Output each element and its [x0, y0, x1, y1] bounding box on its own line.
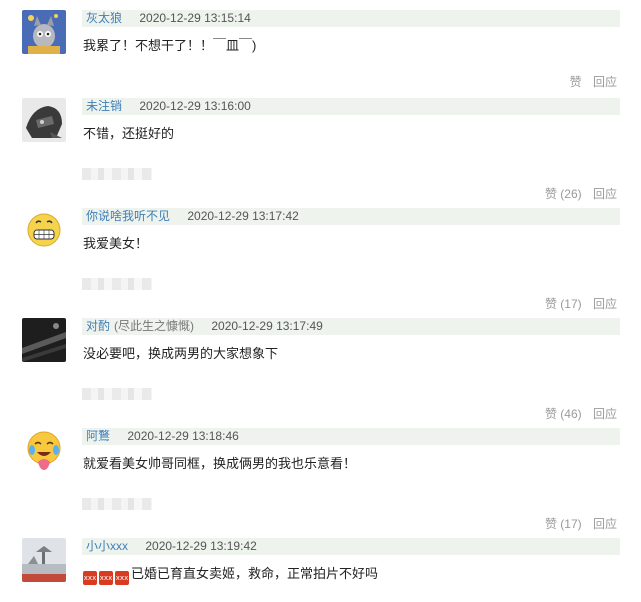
username-link[interactable]: 小小xxx	[82, 539, 128, 553]
comment-header: 未注销 2020-12-29 13:16:00	[82, 98, 620, 115]
comment-text: 已婚已育直女卖姬，救命，正常拍片不好吗	[131, 566, 379, 581]
blurred-reply-preview	[82, 498, 152, 510]
comment-item: 小小xxx 2020-12-29 13:19:42 xxx xxx xxx 已婚已育直…	[0, 528, 641, 602]
wolf-cartoon-avatar[interactable]	[22, 10, 66, 54]
username-link[interactable]: 对酌	[82, 319, 110, 333]
reply-button[interactable]: 回应	[593, 75, 617, 89]
emoji-sticker-icon: xxx	[115, 571, 129, 585]
comment-text: 不错，还挺好的	[83, 126, 175, 141]
dark-photo-avatar[interactable]	[22, 318, 66, 362]
comment-text-row: xxx xxx xxx 已婚已育直女卖姬，救命，正常拍片不好吗	[83, 565, 378, 585]
timestamp: 2020-12-29 13:17:42	[187, 209, 299, 223]
emoji-sticker-icon: xxx	[83, 571, 97, 585]
timestamp: 2020-12-29 13:19:42	[145, 539, 257, 553]
landscape-photo-avatar[interactable]	[22, 538, 66, 582]
comment-item: 阿鶩 2020-12-29 13:18:46 就爱看美女帅哥同框，换成俩男的我也…	[0, 418, 641, 531]
comment-header: 你说啥我听不见 2020-12-29 13:17:42	[82, 208, 620, 225]
username-link[interactable]: 未注销	[82, 99, 122, 113]
timestamp: 2020-12-29 13:17:49	[211, 319, 323, 333]
timestamp: 2020-12-29 13:16:00	[139, 99, 251, 113]
timestamp: 2020-12-29 13:18:46	[127, 429, 239, 443]
blurred-reply-preview	[82, 278, 152, 290]
comment-item: 对酌 (尽此生之慷慨) 2020-12-29 13:17:49 没必要吧，换成两男…	[0, 308, 641, 421]
comment-text: 我爱美女！	[83, 236, 149, 251]
comment-list: 灰太狼 2020-12-29 13:15:14 我累了！不想干了！！￣皿￣) 赞…	[0, 0, 641, 602]
comment-header: 阿鶩 2020-12-29 13:18:46	[82, 428, 620, 445]
mech-suit-avatar[interactable]	[22, 98, 66, 142]
blurred-reply-preview	[82, 168, 152, 180]
username-link[interactable]: 你说啥我听不见	[82, 209, 170, 223]
grinning-emoji-avatar[interactable]	[22, 208, 66, 252]
comment-text: 我累了！不想干了！！￣皿￣)	[83, 38, 257, 53]
username-link[interactable]: 阿鶩	[82, 429, 110, 443]
comment-text: 没必要吧，换成两男的大家想象下	[83, 346, 279, 361]
comment-header: 灰太狼 2020-12-29 13:15:14	[82, 10, 620, 27]
comment-header: 对酌 (尽此生之慷慨) 2020-12-29 13:17:49	[82, 318, 620, 335]
emoji-sticker-icon: xxx	[99, 571, 113, 585]
user-signature: (尽此生之慷慨)	[114, 319, 195, 333]
like-label: 赞	[569, 75, 582, 89]
comment-header: 小小xxx 2020-12-29 13:19:42	[82, 538, 620, 555]
blurred-reply-preview	[82, 388, 152, 400]
like-button[interactable]: 赞	[570, 75, 582, 89]
comment-item: 你说啥我听不见 2020-12-29 13:17:42 我爱美女！ 赞 (17)…	[0, 198, 641, 311]
comment-text: 就爱看美女帅哥同框，换成俩男的我也乐意看！	[83, 456, 357, 471]
crying-laughing-emoji-avatar[interactable]	[22, 428, 66, 472]
username-link[interactable]: 灰太狼	[82, 11, 122, 25]
timestamp: 2020-12-29 13:15:14	[139, 11, 251, 25]
comment-item: 未注销 2020-12-29 13:16:00 不错，还挺好的 赞 (26) 回…	[0, 88, 641, 201]
